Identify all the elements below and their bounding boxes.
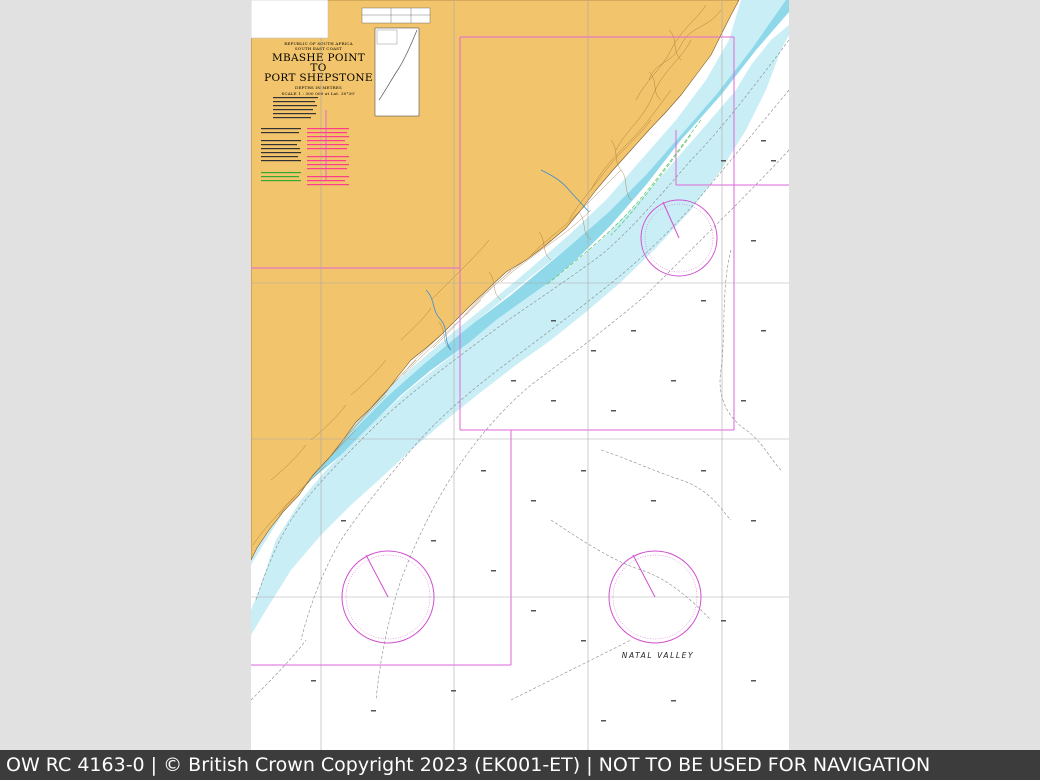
tidal-table xyxy=(361,7,431,24)
blank-cartouche xyxy=(251,0,329,39)
nautical-chart[interactable]: REPUBLIC OF SOUTH AFRICA SOUTH EAST COAS… xyxy=(251,0,789,750)
chart-coast: SOUTH EAST COAST xyxy=(294,46,343,51)
footer-bar: OW RC 4163-0 | © British Crown Copyright… xyxy=(0,750,1040,780)
chart-title-line3: PORT SHEPSTONE xyxy=(264,72,373,84)
natal-valley-label: NATAL VALLEY xyxy=(621,651,695,660)
footer-copyright-text: OW RC 4163-0 | © British Crown Copyright… xyxy=(6,754,931,776)
magenta-notes xyxy=(307,128,349,186)
chart-depths-note: DEPTHS IN METRES xyxy=(295,85,342,90)
chart-scale-note: SCALE 1 : 300 000 at Lat. 30°30' xyxy=(281,91,356,96)
chart-viewer: REPUBLIC OF SOUTH AFRICA SOUTH EAST COAS… xyxy=(0,0,1040,750)
chart-graphic xyxy=(251,0,789,750)
